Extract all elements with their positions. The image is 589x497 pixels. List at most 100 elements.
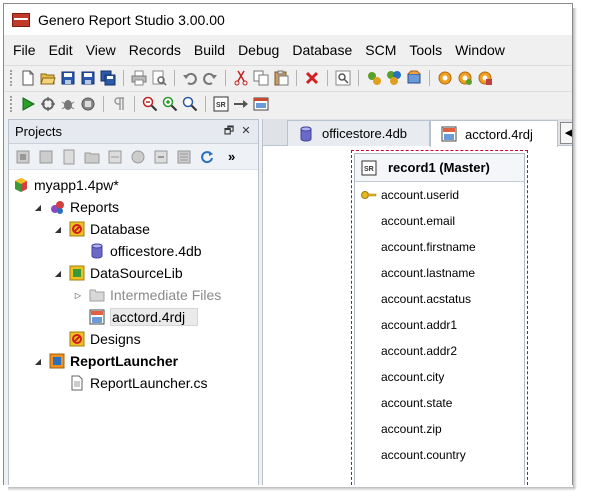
- remove-icon[interactable]: [153, 149, 169, 165]
- debug-step-icon[interactable]: [40, 96, 56, 112]
- tree-item-reportlauncher[interactable]: ◢ ReportLauncher: [33, 350, 178, 372]
- save-icon[interactable]: [60, 70, 76, 86]
- database-group-icon: [69, 221, 85, 237]
- copy-icon[interactable]: [253, 70, 269, 86]
- zoom-in-icon[interactable]: [162, 96, 178, 112]
- redo-icon[interactable]: [202, 70, 218, 86]
- import-icon[interactable]: [107, 149, 123, 165]
- projects-panel-title: Projects: [15, 124, 62, 139]
- toolbar-grip[interactable]: [10, 95, 13, 112]
- record-field[interactable]: account.addr2: [355, 338, 524, 364]
- menu-file[interactable]: File: [8, 42, 41, 58]
- package-icon[interactable]: [406, 70, 422, 86]
- record-field[interactable]: account.city: [355, 364, 524, 390]
- new-folder-icon[interactable]: [84, 149, 100, 165]
- settings-gear-2-icon[interactable]: [457, 70, 473, 86]
- menu-window[interactable]: Window: [450, 42, 510, 58]
- paste-icon[interactable]: [273, 70, 289, 86]
- record-field[interactable]: account.userid: [355, 182, 524, 208]
- tab-officestore-4db[interactable]: officestore.4db: [287, 120, 430, 146]
- zoom-out-icon[interactable]: [142, 96, 158, 112]
- tree-item-intermediate-files[interactable]: ▷ Intermediate Files: [73, 284, 221, 306]
- properties-icon[interactable]: [176, 149, 192, 165]
- toolbar-separator: [225, 69, 226, 86]
- record-field[interactable]: account.country: [355, 442, 524, 468]
- print-preview-icon[interactable]: [151, 70, 167, 86]
- record-field[interactable]: account.firstname: [355, 234, 524, 260]
- bug-icon[interactable]: [60, 96, 76, 112]
- menu-build[interactable]: Build: [189, 42, 230, 58]
- find-icon[interactable]: [335, 70, 351, 86]
- tree-item-reportlauncher-cs[interactable]: ReportLauncher.cs: [53, 372, 208, 394]
- settings-gear-icon[interactable]: [437, 70, 453, 86]
- paragraph-icon[interactable]: [111, 96, 127, 112]
- report-output-icon[interactable]: [253, 96, 269, 112]
- record-header[interactable]: SR record1 (Master): [355, 154, 524, 182]
- record-field[interactable]: account.lastname: [355, 260, 524, 286]
- build-icon[interactable]: [130, 149, 146, 165]
- restore-panel-button[interactable]: 🗗: [222, 124, 236, 138]
- stop-icon[interactable]: [80, 96, 96, 112]
- window-title: Genero Report Studio 3.00.00: [38, 11, 225, 28]
- projects-panel: Projects 🗗 ✕ » myapp1.4pw* ◢ Reports ◢ Datab…: [8, 119, 259, 486]
- toolbar-overflow-button[interactable]: »: [228, 149, 235, 164]
- undo-icon[interactable]: [182, 70, 198, 86]
- tree-expander-icon[interactable]: ◢: [33, 202, 43, 212]
- save-as-icon[interactable]: [80, 70, 96, 86]
- tree-item-database[interactable]: ◢ Database: [53, 218, 150, 240]
- tree-expander-icon[interactable]: ◢: [53, 268, 63, 278]
- record-field[interactable]: account.zip: [355, 416, 524, 442]
- report-sr-icon[interactable]: SR: [213, 96, 229, 112]
- toolbar-separator: [205, 95, 206, 112]
- settings-gear-3-icon[interactable]: [477, 70, 493, 86]
- tree-expander-icon[interactable]: ◢: [33, 356, 43, 366]
- toolbar-separator: [174, 69, 175, 86]
- print-icon[interactable]: [131, 70, 147, 86]
- tree-item-designs[interactable]: Designs: [53, 328, 141, 350]
- new-file-icon[interactable]: [20, 70, 36, 86]
- menu-tools[interactable]: Tools: [404, 42, 447, 58]
- toolbar-separator: [429, 69, 430, 86]
- tree-item-acctord-4rdj[interactable]: acctord.4rdj: [73, 306, 199, 328]
- menu-bar: File Edit View Records Build Debug Database SCM…: [4, 38, 572, 62]
- record-field[interactable]: account.acstatus: [355, 286, 524, 312]
- tree-item-datasourcelib[interactable]: ◢ DataSourceLib: [53, 262, 183, 284]
- design-canvas[interactable]: SR record1 (Master) account.userid accoun…: [263, 147, 572, 486]
- close-panel-button[interactable]: ✕: [239, 124, 253, 138]
- open-folder-icon[interactable]: [40, 70, 56, 86]
- record-field[interactable]: account.email: [355, 208, 524, 234]
- toolbar-grip[interactable]: [10, 69, 13, 86]
- menu-scm[interactable]: SCM: [360, 42, 401, 58]
- add-project-icon[interactable]: [15, 149, 31, 165]
- record-sr-icon: SR: [361, 160, 377, 176]
- add-group-icon[interactable]: [38, 149, 54, 165]
- menu-edit[interactable]: Edit: [44, 42, 78, 58]
- cut-icon[interactable]: [233, 70, 249, 86]
- menu-database[interactable]: Database: [287, 42, 357, 58]
- run-icon[interactable]: [20, 96, 36, 112]
- tree-expander-icon[interactable]: ▷: [73, 290, 83, 300]
- menu-debug[interactable]: Debug: [233, 42, 284, 58]
- tree-item-reports[interactable]: ◢ Reports: [33, 196, 119, 218]
- report-launcher-icon: [49, 353, 65, 369]
- tree-item-myapp1-4pw[interactable]: myapp1.4pw*: [13, 174, 119, 196]
- compile-all-icon[interactable]: [386, 70, 402, 86]
- record-field[interactable]: account.addr1: [355, 312, 524, 338]
- menu-view[interactable]: View: [81, 42, 121, 58]
- refresh-icon[interactable]: [199, 149, 215, 165]
- menu-records[interactable]: Records: [124, 42, 186, 58]
- zoom-fit-icon[interactable]: [182, 96, 198, 112]
- record-field[interactable]: account.state: [355, 390, 524, 416]
- tree-item-officestore-4db[interactable]: officestore.4db: [73, 240, 202, 262]
- tree-expander-icon[interactable]: ◢: [53, 224, 63, 234]
- compile-icon[interactable]: [366, 70, 382, 86]
- arrow-right-icon[interactable]: [233, 96, 249, 112]
- tab-label: officestore.4db: [322, 126, 408, 141]
- save-all-icon[interactable]: [100, 70, 116, 86]
- delete-icon[interactable]: [304, 70, 320, 86]
- tab-scroll-left-button[interactable]: ◀: [560, 122, 572, 144]
- add-file-icon[interactable]: [61, 149, 77, 165]
- tab-acctord-4rdj[interactable]: acctord.4rdj: [430, 120, 558, 147]
- record-box[interactable]: SR record1 (Master) account.userid accoun…: [351, 150, 528, 486]
